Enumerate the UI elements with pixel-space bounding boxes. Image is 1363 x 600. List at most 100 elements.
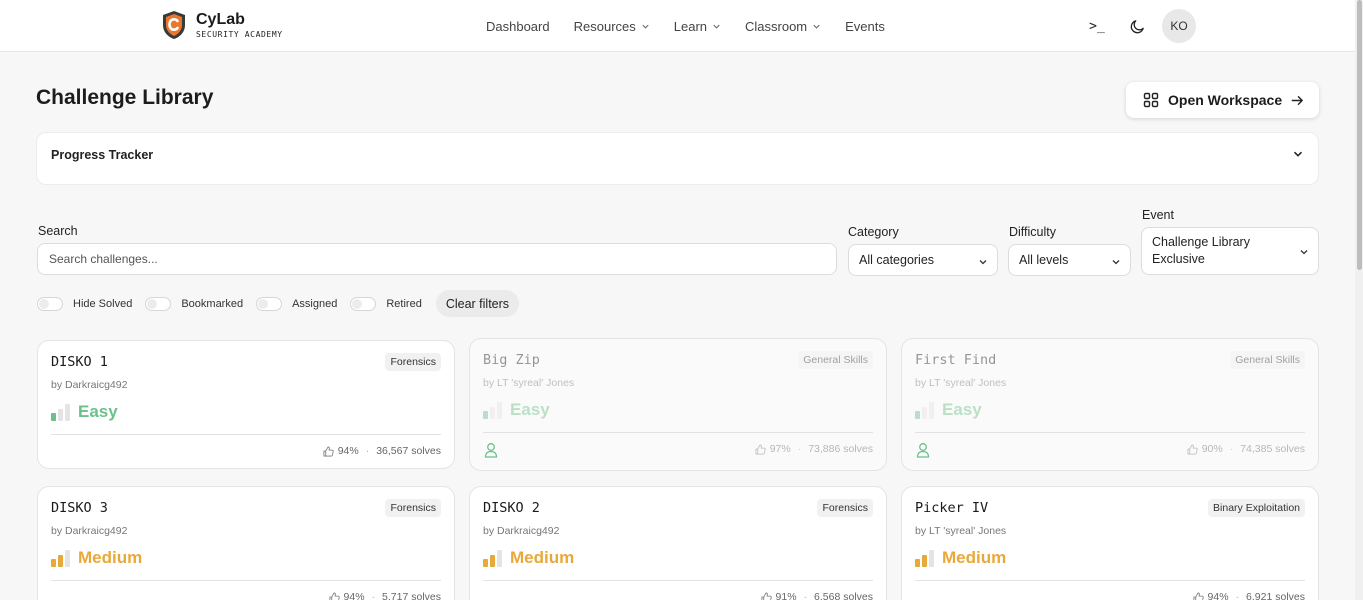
difficulty-bars-icon [483,401,502,419]
challenge-card[interactable]: Big Zip General Skills by LT 'syreal' Jone… [469,338,887,471]
nav-events[interactable]: Events [845,19,885,34]
arrow-right-icon [1291,95,1304,105]
hide-solved-toggle[interactable] [37,296,63,311]
card-stats: 94% · 5,717 solves [329,591,441,600]
challenge-author: by Darkraicg492 [483,525,560,537]
nav-events-label: Events [845,18,885,34]
thumbs-up-icon [755,444,766,454]
page-title: Challenge Library [36,86,214,109]
scrollbar-thumb[interactable] [1357,0,1362,270]
difficulty-select[interactable]: All levels [1008,244,1131,276]
separator-dot: · [371,591,376,600]
search-input[interactable]: Search challenges... [37,243,837,275]
card-stats: 94% · 6,921 solves [1193,591,1305,600]
solve-count: 6,568 solves [814,591,873,600]
difficulty-bars-icon [915,549,934,567]
category-label: Category [848,225,899,239]
difficulty-bars-icon [483,549,502,567]
difficulty-indicator: Easy [483,400,550,420]
event-value-line2: Exclusive [1152,252,1205,266]
like-percentage: 94% [1207,591,1229,600]
difficulty-bars-icon [51,549,70,567]
thumbs-up-icon [323,446,334,456]
category-badge: Binary Exploitation [1208,499,1305,517]
challenge-author: by Darkraicg492 [51,525,128,537]
retired-toggle[interactable] [350,296,377,311]
separator-dot: · [797,443,802,455]
solve-count: 6,921 solves [1246,591,1305,600]
card-divider [483,580,873,581]
search-label: Search [38,224,78,238]
thumbs-up-icon [1187,444,1198,454]
avatar[interactable]: KO [1162,9,1196,43]
thumbs-up-icon [1193,592,1204,600]
challenge-card[interactable]: DISKO 1 Forensics by Darkraicg492 Easy 94% · 3… [37,340,455,469]
like-percentage: 94% [343,591,365,600]
thumbs-up-icon [329,592,340,600]
clear-filters-button[interactable]: Clear filters [435,290,520,317]
separator-dot: · [365,445,370,457]
solve-count: 73,886 solves [808,443,873,455]
challenge-title[interactable]: DISKO 3 [51,500,108,516]
grid-icon [1143,92,1159,108]
moon-icon [1130,19,1144,33]
app-subtitle: SECURITY ACADEMY [196,29,283,39]
challenge-card[interactable]: DISKO 3 Forensics by Darkraicg492 Medium 94%… [37,486,455,600]
terminal-button[interactable]: >_ [1080,9,1114,43]
theme-toggle-button[interactable] [1120,9,1154,43]
challenge-title[interactable]: Big Zip [483,352,540,368]
nav-learn[interactable]: Learn [674,19,721,34]
challenge-author: by LT 'syreal' Jones [915,377,1007,389]
category-badge: Forensics [385,499,441,517]
challenge-title[interactable]: DISKO 2 [483,500,540,516]
category-badge: Forensics [385,353,441,371]
category-badge: General Skills [798,351,873,369]
chevron-down-icon [1112,260,1120,265]
bookmarked-toggle[interactable] [145,296,172,311]
difficulty-label: Easy [942,400,982,419]
chevron-down-icon [1300,250,1308,255]
chevron-down-icon [813,24,820,29]
open-workspace-label: Open Workspace [1168,92,1283,108]
category-badge: Forensics [817,499,873,517]
difficulty-label: Easy [78,402,118,421]
event-value-line1: Challenge Library [1152,235,1250,249]
challenge-author: by Darkraicg492 [51,379,128,391]
card-divider [51,434,441,435]
nav-learn-label: Learn [673,18,707,34]
progress-tracker-label: Progress Tracker [51,148,154,162]
separator-dot: · [1229,443,1234,455]
solved-user-icon [916,443,930,458]
challenge-card[interactable]: Picker IV Binary Exploitation by LT 'syrea… [901,486,1319,600]
card-divider [51,580,441,581]
challenge-author: by LT 'syreal' Jones [915,525,1007,537]
solve-count: 36,567 solves [376,445,441,457]
difficulty-indicator: Easy [51,402,118,422]
card-divider [483,432,873,433]
nav-classroom[interactable]: Classroom [745,19,821,34]
card-stats: 94% · 36,567 solves [323,445,441,457]
like-percentage: 94% [337,445,359,457]
solve-count: 74,385 solves [1240,443,1305,455]
card-stats: 97% · 73,886 solves [755,443,873,455]
nav-dashboard[interactable]: Dashboard [486,19,550,34]
challenge-title[interactable]: Picker IV [915,500,988,516]
difficulty-label: Medium [78,548,143,567]
challenge-title[interactable]: DISKO 1 [51,354,108,370]
open-workspace-button[interactable]: Open Workspace [1126,82,1319,118]
challenge-title[interactable]: First Find [915,352,996,368]
difficulty-indicator: Easy [915,400,982,420]
category-select[interactable]: All categories [848,244,998,276]
event-select[interactable]: Challenge Library Exclusive [1141,227,1319,275]
top-navbar: CyLab SECURITY ACADEMY Dashboard Resourc… [0,0,1355,52]
challenge-card[interactable]: First Find General Skills by LT 'syreal' J… [901,338,1319,471]
challenge-card[interactable]: DISKO 2 Forensics by Darkraicg492 Medium 91%… [469,486,887,600]
avatar-initials: KO [1170,19,1188,33]
progress-tracker-panel[interactable]: Progress Tracker [36,132,1319,185]
logo[interactable]: CyLab SECURITY ACADEMY [161,10,283,40]
difficulty-indicator: Medium [915,548,1006,568]
app-name: CyLab [196,10,245,28]
like-percentage: 97% [769,443,791,455]
assigned-toggle[interactable] [256,296,283,311]
nav-resources[interactable]: Resources [574,19,650,34]
